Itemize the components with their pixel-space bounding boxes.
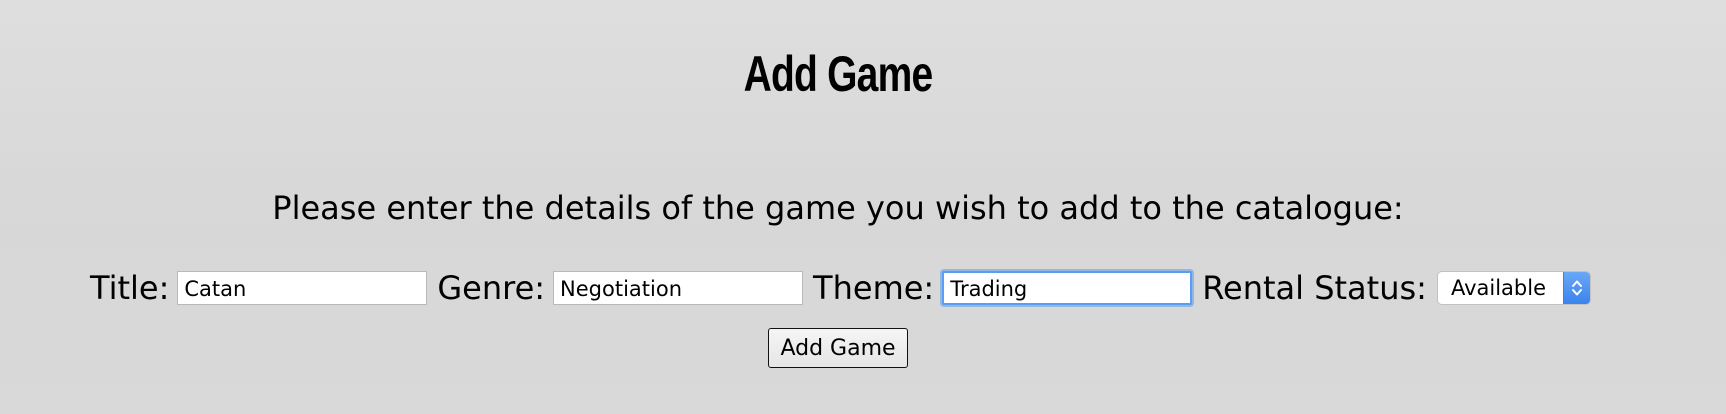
add-game-button[interactable]: Add Game xyxy=(768,328,908,368)
add-game-form: Title: Genre: Theme: Rental Status: Avai… xyxy=(90,268,1591,308)
chevron-up-down-icon xyxy=(1562,272,1590,304)
rental-status-value: Available xyxy=(1450,276,1546,300)
rental-status-label: Rental Status: xyxy=(1202,269,1427,307)
genre-label: Genre: xyxy=(437,269,546,307)
instructions-text: Please enter the details of the game you… xyxy=(272,189,1404,227)
genre-input[interactable] xyxy=(553,271,804,305)
rental-status-select[interactable]: Available xyxy=(1436,271,1591,305)
title-label: Title: xyxy=(90,269,170,307)
page-title: Add Game xyxy=(743,45,934,102)
theme-label: Theme: xyxy=(813,269,935,307)
theme-input[interactable] xyxy=(942,271,1193,305)
title-input[interactable] xyxy=(177,271,428,305)
